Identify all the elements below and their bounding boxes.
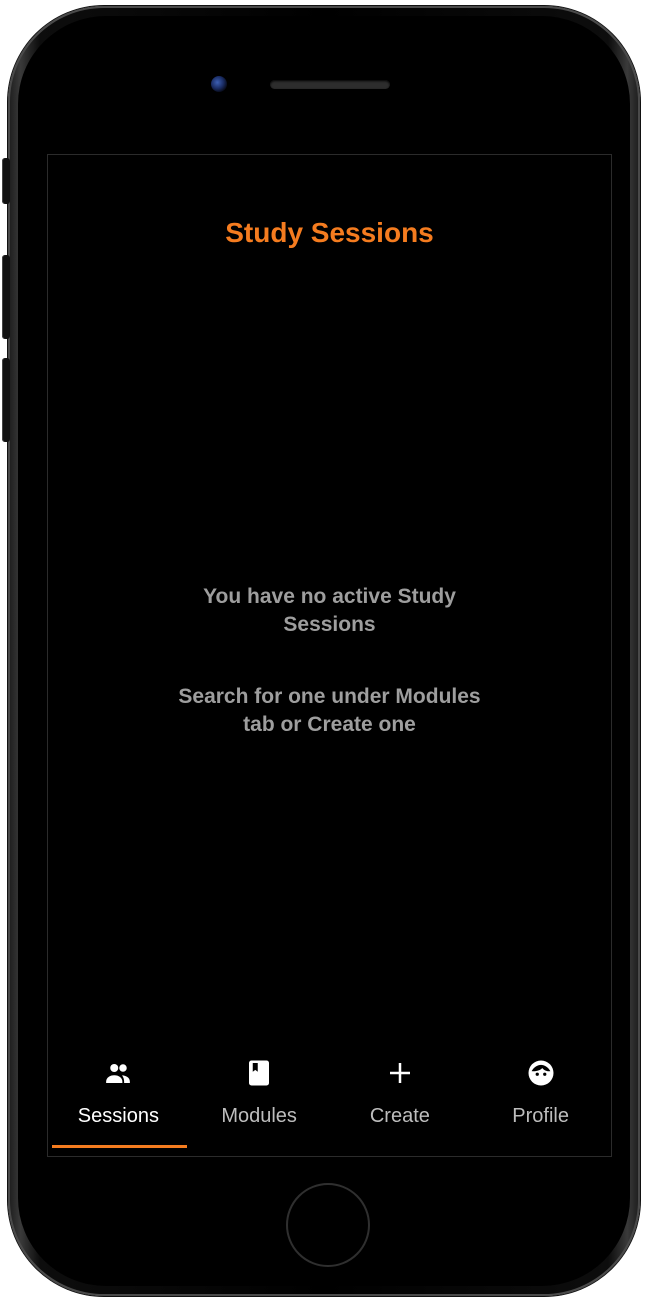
active-tab-indicator <box>52 1145 187 1148</box>
tab-create[interactable]: Create <box>330 1050 471 1158</box>
home-button[interactable] <box>286 1183 370 1267</box>
volume-up-button <box>2 255 10 339</box>
tab-label: Create <box>369 1105 430 1127</box>
volume-down-button <box>2 358 10 442</box>
bottom-tab-bar: Sessions Modules Create Profile <box>48 1050 611 1158</box>
tab-profile[interactable]: Profile <box>470 1050 611 1158</box>
empty-state-message: You have no active Study Sessions <box>48 583 611 639</box>
tab-sessions[interactable]: Sessions <box>48 1050 189 1158</box>
tab-label: Modules <box>221 1105 297 1127</box>
tab-modules[interactable]: Modules <box>189 1050 330 1158</box>
book-icon <box>249 1060 270 1086</box>
tab-label: Profile <box>512 1105 569 1127</box>
silent-switch <box>2 158 10 204</box>
front-camera <box>211 76 227 92</box>
empty-state-hint-line: Search for one under Modules <box>178 685 481 708</box>
empty-state-hint-line: tab or Create one <box>243 713 416 736</box>
empty-state-hint: Search for one under Modules tab or Crea… <box>48 683 611 739</box>
empty-state-line: You have no active Study <box>203 585 456 608</box>
empty-state-line: Sessions <box>283 613 376 636</box>
page-title: Study Sessions <box>225 217 434 248</box>
plus-icon <box>389 1063 410 1083</box>
earpiece-speaker <box>270 80 390 89</box>
people-icon <box>106 1064 131 1083</box>
app-screen: Study Sessions You have no active Study … <box>47 154 612 1157</box>
tab-label: Sessions <box>77 1105 159 1127</box>
face-icon <box>528 1060 554 1086</box>
